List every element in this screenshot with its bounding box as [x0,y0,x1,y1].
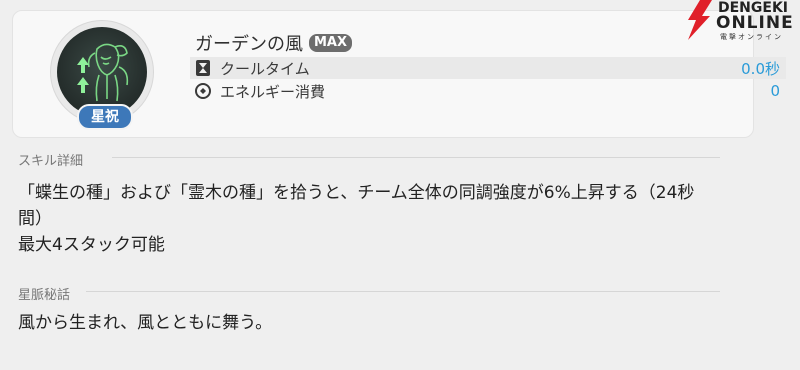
stat-label: クールタイム [220,59,310,78]
stat-label: エネルギー消費 [220,82,326,101]
skill-details-heading: スキル詳細 [18,154,84,169]
skill-name: ガーデンの風 [195,34,303,55]
description-line: 間） [18,209,52,229]
skill-description: 「蝶生の種」および「霊木の種」を拾うと、チーム全体の同調強度が6%上昇する（24… [18,180,694,258]
max-badge: MAX [309,34,353,52]
divider [112,157,720,158]
lightning-logo-icon [688,0,712,40]
logo-line3: 電撃オンライン [720,33,783,41]
stat-value: 0 [770,82,780,100]
logo-line2: ONLINE [716,13,794,33]
dengeki-online-logo: DENGEKI ONLINE 電撃オンライン [682,0,800,41]
stat-row-energy: エネルギー消費 0 [190,80,786,102]
hourglass-icon [194,59,212,77]
lore-text: 風から生まれ、風とともに舞う。 [18,313,273,333]
stat-value: 0.0秒 [741,59,780,78]
divider [86,291,720,292]
energy-icon [194,82,212,100]
lore-heading: 星脈秘話 [18,288,71,303]
description-line: 「蝶生の種」および「霊木の種」を拾うと、チーム全体の同調強度が6%上昇する（24… [18,183,695,203]
skill-title: ガーデンの風 MAX [195,30,353,56]
description-line: 最大4スタック可能 [18,235,165,255]
category-badge: 星祝 [77,104,133,130]
stat-row-cooldown: クールタイム 0.0秒 [190,57,786,79]
